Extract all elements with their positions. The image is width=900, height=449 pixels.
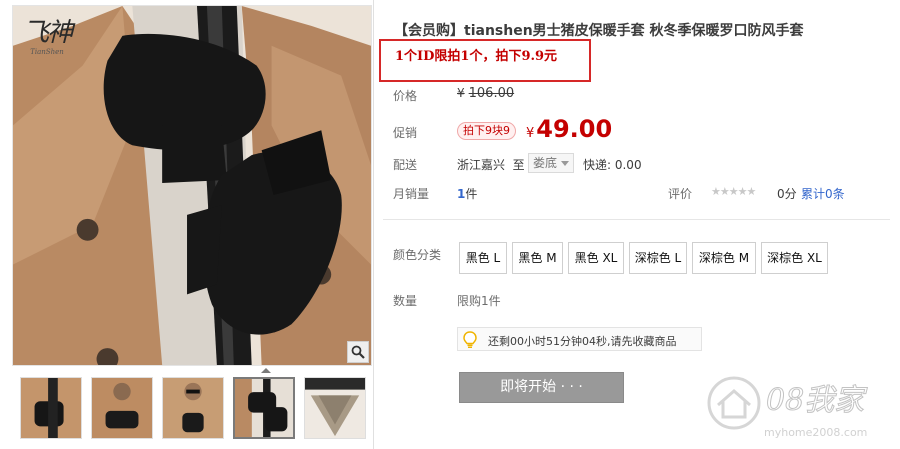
brand-logo-mark: 飞神 [23,18,73,48]
house-logo-icon [707,376,761,430]
site-watermark: 08我家 myhome2008.com [704,371,900,449]
section-divider [383,219,890,220]
thumbnail-3[interactable] [162,377,224,439]
rating-score: 0分 [777,187,797,201]
thumbnail-image [305,378,365,438]
price-label: 价格 [393,89,418,103]
color-option[interactable]: 深棕色 XL [761,242,828,274]
promotion-badge: 拍下9块9 [457,122,516,140]
magnifier-icon [351,345,365,359]
shipping-origin: 浙江嘉兴 至 [457,156,525,173]
color-option[interactable]: 深棕色 L [629,242,687,274]
promotion-price-value: 49.00 [536,115,613,143]
thumbnail-strip [12,368,372,444]
coming-soon-button[interactable]: 即将开始 · · · [459,372,624,403]
zoom-button[interactable] [347,341,369,363]
brand-logo: 飞神 TianShen [23,18,73,56]
color-category-label: 颜色分类 [393,248,442,262]
thumbnail-image [21,378,81,438]
promo-highlight-box: 1个ID限拍1个，拍下9.9元 [379,39,591,82]
quantity-limit: 限购1件 [457,294,501,308]
main-product-image[interactable]: 飞神 TianShen [12,5,372,366]
promo-note: 1个ID限拍1个，拍下9.9元 [395,49,558,64]
thumbnail-4[interactable] [233,377,295,439]
quantity-label: 数量 [393,294,418,308]
shipping-origin-city: 浙江嘉兴 [457,158,506,172]
promotion-label: 促销 [393,126,418,140]
thumbnail-image [92,378,152,438]
thumbnail-5[interactable] [304,377,366,439]
brand-logo-subtitle: TianShen [30,48,64,56]
chevron-down-icon [561,161,570,166]
watermark-text: 08我家 [765,383,865,419]
currency-symbol: ¥ [526,126,535,141]
color-option[interactable]: 黑色 L [459,242,507,274]
original-price-value: 106.00 [468,86,515,101]
original-price: ¥106.00 [457,86,514,101]
shipping-destination-value: 娄底 [533,156,558,170]
rating-label: 评价 [668,187,693,201]
monthly-sales-value: 1件 [457,185,477,202]
promotion-price: ¥49.00 [526,115,612,143]
currency-symbol: ¥ [457,86,465,100]
color-option[interactable]: 黑色 M [512,242,563,274]
thumbnail-image [163,378,223,438]
thumbnail-image [235,379,293,437]
monthly-sales-label: 月销量 [393,187,430,201]
watermark-url: myhome2008.com [764,426,868,439]
shipping-label: 配送 [393,158,418,172]
thumbnail-2[interactable] [91,377,153,439]
thumbnail-1[interactable] [20,377,82,439]
active-thumbnail-indicator [261,368,271,373]
reviews-link[interactable]: 累计0条 [801,185,845,202]
shipping-to-word: 至 [512,158,525,172]
shipping-destination-select[interactable]: 娄底 [528,153,575,173]
product-title: 【会员购】tianshen男士猪皮保暖手套 秋冬季保暖罗口防风手套 [394,23,804,39]
rating-stars-icon: ★★★★★ [711,185,756,198]
countdown-tip: 还剩00小时51分钟04秒,请先收藏商品 [457,327,702,351]
color-option[interactable]: 黑色 XL [568,242,624,274]
shipping-fee: 快递: 0.00 [583,158,642,172]
color-option[interactable]: 深棕色 M [692,242,756,274]
lightbulb-icon [463,331,477,348]
column-divider [373,0,374,449]
product-photo [13,6,371,365]
countdown-tip-text: 还剩00小时51分钟04秒,请先收藏商品 [488,335,677,348]
monthly-sales-unit: 件 [465,187,478,201]
